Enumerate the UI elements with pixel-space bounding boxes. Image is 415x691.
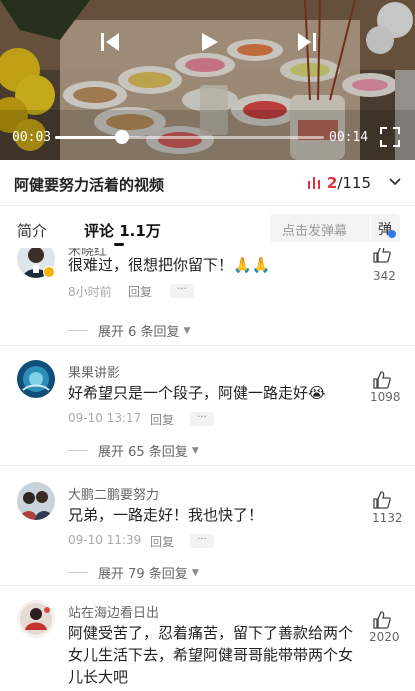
like-icon[interactable] bbox=[367, 610, 397, 630]
comment-list: 禾晓红 很难过，很想把你留下！🙏🙏 8小时前 回复 ··· 342 展开 6 条… bbox=[0, 248, 415, 691]
danmu-input[interactable]: 点击发弹幕 弹 bbox=[270, 214, 400, 242]
verified-badge bbox=[43, 266, 55, 278]
tab-comments[interactable]: 评论 1.1万 bbox=[84, 220, 161, 241]
like-icon[interactable] bbox=[367, 490, 397, 510]
fullscreen-icon[interactable] bbox=[380, 127, 400, 147]
caret-down-icon: ▼ bbox=[191, 445, 199, 456]
more-icon[interactable]: ··· bbox=[190, 534, 214, 548]
danmu-toggle-button[interactable]: 弹 bbox=[370, 214, 400, 242]
next-icon[interactable] bbox=[295, 30, 319, 54]
comment-author[interactable]: 大鹏二鹏要努力 bbox=[68, 484, 159, 503]
video-player[interactable]: 00:03 00:14 bbox=[0, 0, 415, 160]
reply-button[interactable]: 回复 bbox=[150, 411, 174, 428]
danmu-placeholder: 点击发弹幕 bbox=[282, 224, 348, 239]
more-icon[interactable]: ··· bbox=[190, 412, 214, 426]
expand-replies[interactable]: 展开 6 条回复 ▼ bbox=[68, 321, 190, 340]
like-count: 342 bbox=[373, 269, 396, 283]
like-icon[interactable] bbox=[367, 370, 397, 390]
expand-replies[interactable]: 展开 79 条回复 ▼ bbox=[68, 563, 199, 582]
video-title: 阿健要努力活着的视频 bbox=[14, 176, 165, 194]
divider bbox=[0, 465, 415, 466]
episode-selector[interactable]: 2 /115 bbox=[307, 174, 371, 192]
comment-author[interactable]: 果果讲影 bbox=[68, 362, 120, 381]
comment-author[interactable]: 站在海边看日出 bbox=[68, 602, 159, 621]
progress-fill bbox=[55, 136, 123, 139]
total-time: 00:14 bbox=[329, 130, 369, 145]
avatar[interactable] bbox=[17, 600, 55, 638]
comment-time: 09-10 11:39 bbox=[68, 533, 142, 547]
expand-replies[interactable]: 展开 65 条回复 ▼ bbox=[68, 441, 199, 460]
expand-replies-label: 展开 6 条回复 bbox=[98, 325, 180, 340]
progress-bar[interactable] bbox=[55, 130, 324, 144]
comment-time: 09-10 13:17 bbox=[68, 411, 142, 425]
danmu-status-dot bbox=[388, 230, 396, 238]
avatar[interactable] bbox=[17, 360, 55, 398]
more-icon[interactable]: ··· bbox=[170, 284, 194, 298]
video-title-bar: 阿健要努力活着的视频 2 /115 bbox=[0, 160, 415, 206]
play-icon[interactable] bbox=[197, 30, 221, 54]
expand-replies-label: 展开 79 条回复 bbox=[98, 567, 188, 582]
comment-text: 兄弟，一路走好！我也快了！ bbox=[68, 506, 264, 524]
tab-intro[interactable]: 简介 bbox=[17, 220, 47, 241]
comment-text: 好希望只是一个段子，阿健一路走好😭 bbox=[68, 384, 326, 402]
expand-replies-label: 展开 65 条回复 bbox=[98, 445, 188, 460]
bars-icon bbox=[307, 177, 320, 189]
avatar[interactable] bbox=[17, 482, 55, 520]
comment-text: 阿健受苦了，忍着痛苦，留下了善款给两个女儿生活下去，希望阿健哥哥能带带两个女儿长… bbox=[68, 624, 354, 686]
comment-time: 8小时前 bbox=[68, 285, 112, 299]
current-time: 00:03 bbox=[12, 130, 52, 145]
comment-text: 很难过，很想把你留下！🙏🙏 bbox=[68, 256, 271, 274]
reply-button[interactable]: 回复 bbox=[128, 283, 152, 300]
divider bbox=[0, 345, 415, 346]
like-count: 1098 bbox=[370, 390, 401, 404]
divider bbox=[0, 585, 415, 586]
episode-current: 2 bbox=[326, 174, 338, 192]
like-count: 2020 bbox=[369, 630, 400, 644]
caret-down-icon: ▼ bbox=[183, 325, 191, 336]
like-count: 1132 bbox=[372, 511, 403, 525]
episode-total: /115 bbox=[337, 174, 371, 192]
chevron-down-icon[interactable] bbox=[389, 177, 401, 187]
reply-button[interactable]: 回复 bbox=[150, 533, 174, 550]
prev-icon[interactable] bbox=[98, 30, 122, 54]
caret-down-icon: ▼ bbox=[191, 567, 199, 578]
tab-active-indicator bbox=[114, 243, 124, 246]
like-icon[interactable] bbox=[367, 248, 397, 264]
